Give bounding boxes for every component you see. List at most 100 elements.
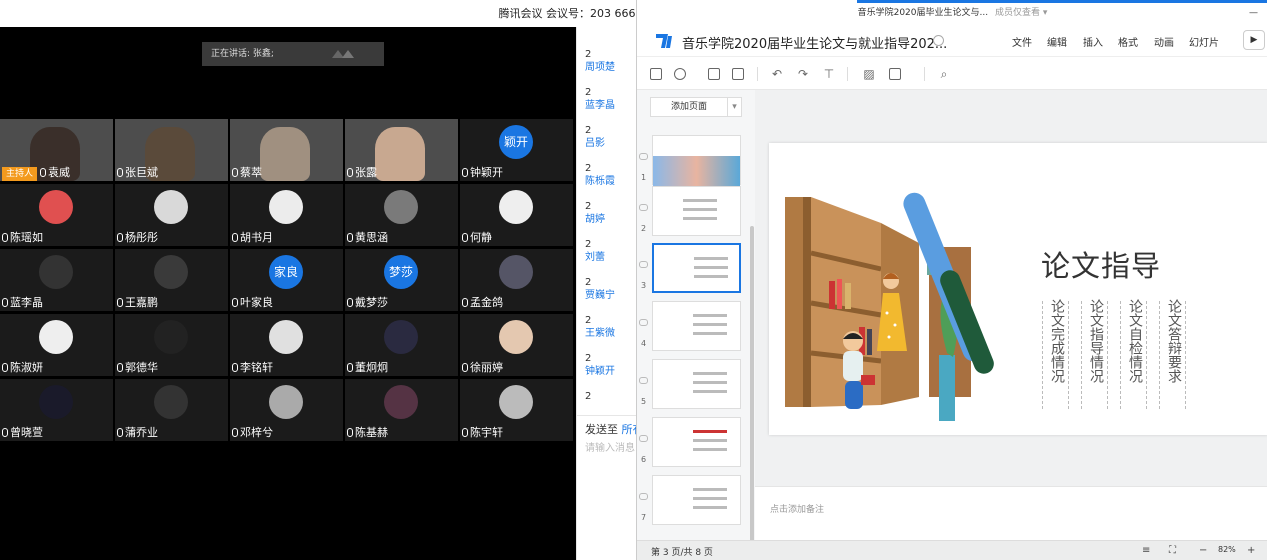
avatar (154, 320, 188, 354)
participant-tile[interactable]: 李铭轩 (230, 314, 343, 376)
thumbnail-scrollbar[interactable] (750, 226, 754, 540)
textbox-icon[interactable] (650, 68, 662, 80)
participant-tile[interactable]: 孟金鸽 (460, 249, 573, 311)
microphone-icon (462, 428, 468, 437)
participant-tile[interactable]: 陈宇轩 (460, 379, 573, 441)
chat-sender-name[interactable]: 钟颖开 (577, 365, 636, 378)
participant-tile[interactable]: 梦莎 戴梦莎 (345, 249, 458, 311)
table-icon[interactable] (732, 68, 744, 80)
menu-format[interactable]: 格式 (1118, 34, 1138, 49)
zoom-out-icon[interactable]: − (1199, 545, 1207, 556)
zoom-level[interactable]: 82% (1218, 545, 1236, 554)
participant-tile[interactable]: 曾晓萱 (0, 379, 113, 441)
notes-placeholder[interactable]: 点击添加备注 (770, 502, 824, 515)
shape-icon[interactable] (674, 68, 686, 80)
participant-name-tag: 戴梦莎 (345, 294, 388, 311)
participant-tile[interactable]: 家良 叶家良 (230, 249, 343, 311)
slide-thumbnail[interactable] (652, 135, 741, 186)
participant-tile[interactable]: 胡书月 (230, 184, 343, 246)
participant-tile[interactable]: 张巨斌 (115, 119, 228, 181)
participant-tile[interactable]: 杨彤彤 (115, 184, 228, 246)
notes-toggle-icon[interactable]: ≡ (1142, 545, 1150, 556)
avatar (384, 385, 418, 419)
participant-name-tag: 曾晓萱 (0, 424, 43, 441)
participant-tile[interactable]: 蓝李晶 (0, 249, 113, 311)
participant-name-tag: 钟颖开 (460, 164, 503, 181)
participant-tile[interactable]: 陈淑妍 (0, 314, 113, 376)
chat-sender-name[interactable]: 蓝李晶 (577, 99, 636, 112)
slide-thumbnail[interactable] (652, 243, 741, 293)
thumbnail-number: 4 (641, 339, 647, 348)
viewer-mode-label[interactable]: 成员仅查看 (995, 8, 1040, 18)
menu-insert[interactable]: 插入 (1083, 34, 1103, 49)
background-icon[interactable]: ▨ (863, 68, 875, 80)
add-page-button[interactable]: 添加页面 ▾ (650, 97, 742, 117)
slide-thumbnail-panel: 添加页面 ▾ 1 2 3 4 5 6 7 (637, 90, 755, 540)
participant-name: 陈基赫 (355, 426, 388, 439)
chat-sender-name[interactable]: 贾巍宁 (577, 289, 636, 302)
slide-thumbnail[interactable] (652, 475, 741, 525)
slide-thumbnail[interactable] (652, 186, 741, 236)
image-icon[interactable] (708, 68, 720, 80)
participant-tile[interactable]: 徐丽婷 (460, 314, 573, 376)
participant-tile[interactable]: 董炯炯 (345, 314, 458, 376)
chat-sender-name[interactable]: 周项楚 (577, 61, 636, 74)
slide-thumbnail[interactable] (652, 301, 741, 351)
chat-input[interactable]: 请输入消息 (585, 439, 635, 454)
participant-tile[interactable]: 陈基赫 (345, 379, 458, 441)
participant-tile[interactable]: 王嘉鹏 (115, 249, 228, 311)
participant-tile[interactable]: 蔡萃 (230, 119, 343, 181)
participant-tile[interactable]: 陈瑶如 (0, 184, 113, 246)
thumbnail-number: 7 (641, 513, 647, 522)
chat-message-text: 2 (585, 391, 592, 402)
slide-thumbnail[interactable] (652, 417, 741, 467)
undo-icon[interactable]: ↶ (771, 68, 783, 80)
speaking-indicator: 正在讲话: 张鑫; (202, 42, 384, 66)
menu-slide[interactable]: 幻灯片 (1189, 34, 1219, 49)
doc-title[interactable]: 音乐学院2020届毕业生论文与就业指导202... (682, 33, 947, 52)
participant-tile[interactable]: 颖开 钟颖开 (460, 119, 573, 181)
chat-sender-name[interactable]: 胡婷 (577, 213, 636, 226)
microphone-icon (232, 428, 238, 437)
menu-animation[interactable]: 动画 (1154, 34, 1174, 49)
slide-thumbnail[interactable] (652, 359, 741, 409)
chat-sender-name[interactable]: 陈栎霞 (577, 175, 636, 188)
participant-tile[interactable]: 郭德华 (115, 314, 228, 376)
redo-icon[interactable]: ↷ (797, 68, 809, 80)
chat-sender-name[interactable]: 刘蕾 (577, 251, 636, 264)
send-to-target[interactable]: 所有 (622, 423, 637, 436)
microphone-icon (117, 298, 123, 307)
chat-sender-name[interactable]: 吕影 (577, 137, 636, 150)
participant-tile[interactable]: 黄思涵 (345, 184, 458, 246)
menu-file[interactable]: 文件 (1012, 34, 1032, 49)
zoom-in-icon[interactable]: + (1247, 545, 1255, 556)
microphone-icon (232, 363, 238, 372)
participant-tile[interactable]: 邓梓兮 (230, 379, 343, 441)
comment-icon (639, 435, 648, 442)
participant-tile[interactable]: 张露 (345, 119, 458, 181)
participant-name-tag: 张露 (345, 164, 377, 181)
chevron-down-icon[interactable]: ▾ (727, 98, 741, 116)
microphone-icon (2, 233, 8, 242)
comment-icon (639, 204, 648, 211)
chat-sender-name[interactable]: 王紫微 (577, 327, 636, 340)
participant-tile[interactable]: 何静 (460, 184, 573, 246)
send-to-selector[interactable]: 发送至 所有 (585, 421, 636, 437)
participant-name: 曾晓萱 (10, 426, 43, 439)
viewer-mode-dropdown-icon[interactable]: ▾ (1043, 8, 1048, 18)
menu-edit[interactable]: 编辑 (1047, 34, 1067, 49)
layout-icon[interactable] (889, 68, 901, 80)
notes-area[interactable]: 点击添加备注 (755, 486, 1267, 540)
format-painter-icon[interactable]: ⊤ (823, 68, 835, 80)
find-replace-icon[interactable]: ⌕ (938, 68, 950, 80)
play-slideshow-button[interactable]: ▶ (1243, 30, 1265, 50)
thumbnail-number: 1 (641, 173, 647, 182)
participant-name-tag: 何静 (460, 229, 492, 246)
participant-name: 叶家良 (240, 296, 273, 309)
fit-screen-icon[interactable]: ⛶ (1169, 545, 1176, 556)
minimize-icon[interactable]: — (1249, 0, 1258, 26)
microphone-icon (2, 298, 8, 307)
participant-tile[interactable]: 蒲乔业 (115, 379, 228, 441)
current-slide[interactable]: 论文指导 论文完成情况 论文指导情况 论文自检情况 论文答辩要求 (769, 143, 1267, 435)
participant-tile[interactable]: 主持人 袁威 (0, 119, 113, 181)
